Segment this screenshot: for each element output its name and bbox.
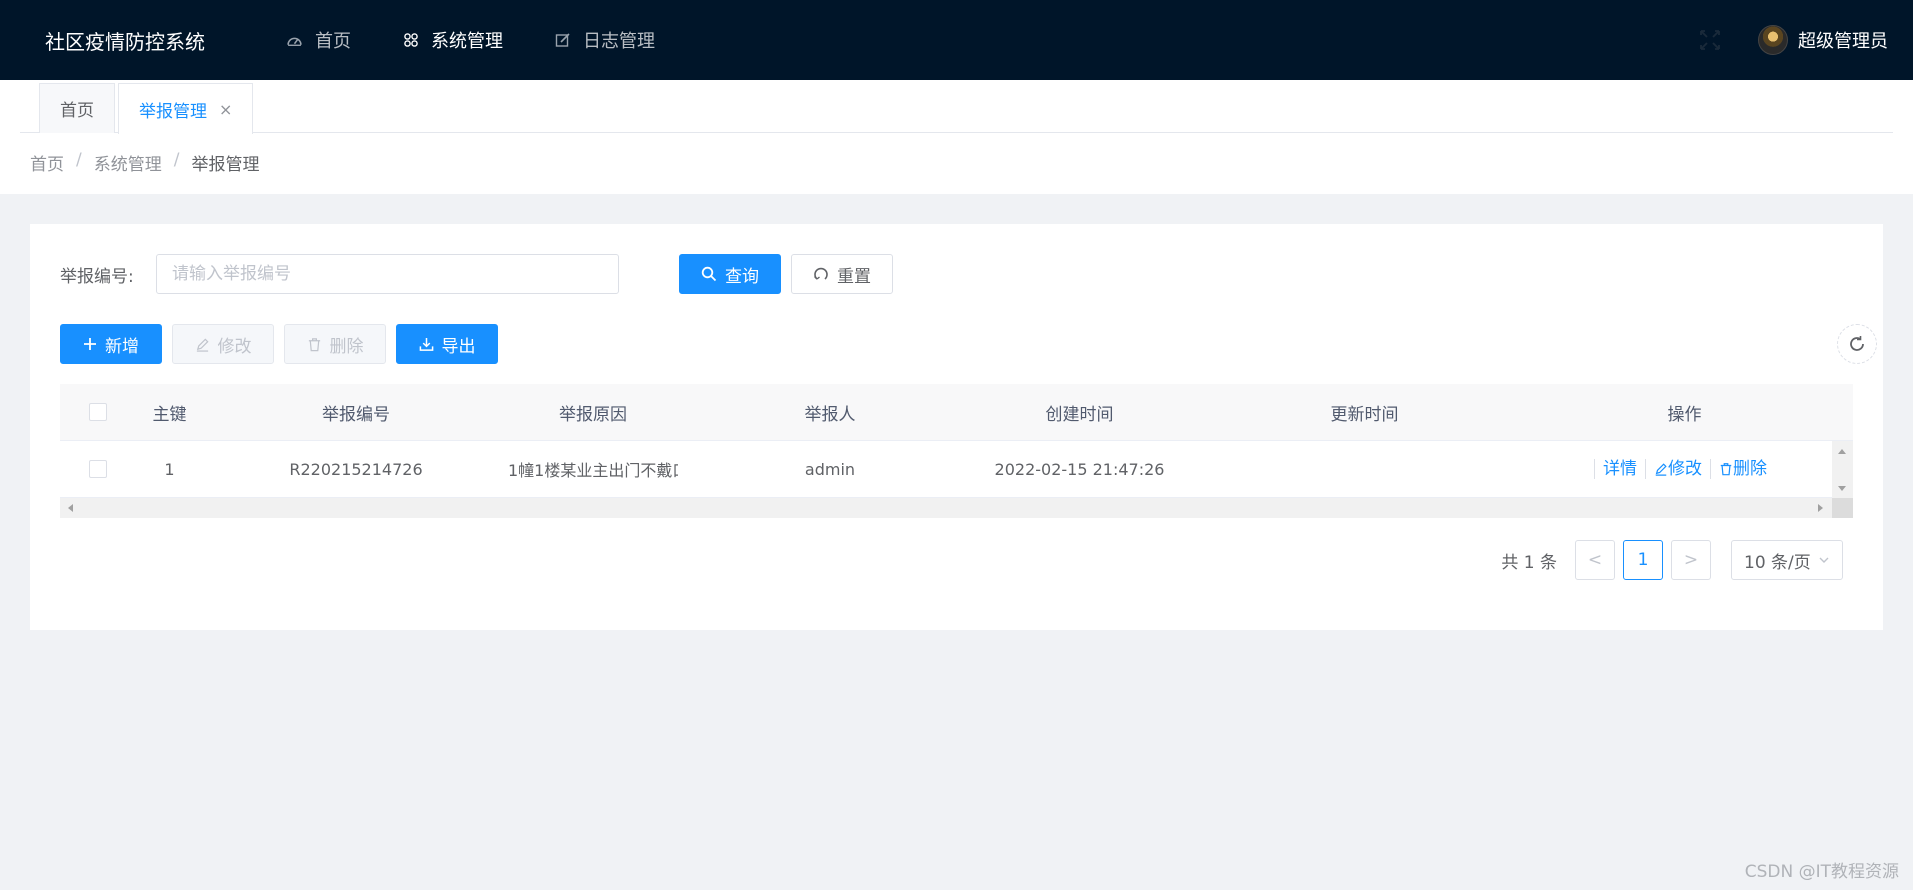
row-delete-link[interactable]: 删除 [1710,459,1775,479]
watermark: CSDN @IT教程资源 [1744,862,1899,882]
reset-button-label: 重置 [837,266,871,287]
column-header[interactable]: 主键 [135,400,204,425]
page-size-select[interactable]: 10 条/页 [1731,540,1843,580]
column-header[interactable]: 创建时间 [982,400,1177,425]
edit-log-icon [555,33,570,47]
report-table: 主键 举报编号 举报原因 举报人 创建时间 更新时间 操作 1 R2202152… [60,384,1853,518]
main-card: 举报编号: 查询 重置 新增 修改 删除 导出 [30,224,1883,630]
breadcrumb-item-system[interactable]: 系统管理 [94,150,162,175]
cell-operations: 详情 修改 删除 [1552,459,1817,479]
page-size-value: 10 条/页 [1744,552,1811,573]
breadcrumb-separator: / [76,150,82,170]
tab-label: 举报管理 [139,101,207,122]
vertical-scrollbar[interactable] [1832,441,1853,499]
column-header[interactable]: 举报人 [678,400,982,425]
horizontal-scrollbar[interactable] [60,498,1853,518]
nav-item-log[interactable]: 日志管理 [529,0,681,80]
topbar-right: 超级管理员 [1698,0,1888,80]
page-number[interactable]: 1 [1623,540,1663,580]
fullscreen-icon[interactable] [1698,28,1722,52]
trash-icon [1720,463,1732,476]
add-button[interactable]: 新增 [60,324,162,364]
row-checkbox[interactable] [88,460,107,478]
tag-views: 首页 举报管理 × [20,83,1893,134]
trash-icon [308,337,320,351]
row-edit-label: 修改 [1668,459,1702,479]
plus-icon [84,338,96,350]
scroll-up-icon[interactable] [1838,449,1846,454]
add-button-label: 新增 [105,336,139,357]
scrollbar-corner [1832,498,1853,518]
prev-page-button[interactable]: < [1575,540,1615,580]
cell-created-time: 2022-02-15 21:47:26 [994,459,1165,479]
reset-button[interactable]: 重置 [791,254,893,294]
column-header[interactable]: 举报编号 [204,400,508,425]
column-header[interactable]: 更新时间 [1177,400,1552,425]
nav-item-label: 系统管理 [431,31,503,52]
scroll-down-icon[interactable] [1838,486,1846,491]
edit-icon [196,337,209,352]
delete-button[interactable]: 删除 [284,324,386,364]
search-form: 举报编号: 查询 重置 [60,254,893,294]
tab-home[interactable]: 首页 [39,83,115,133]
nav-item-label: 首页 [315,31,351,52]
avatar[interactable] [1758,25,1788,55]
username[interactable]: 超级管理员 [1798,27,1888,53]
export-button-label: 导出 [441,336,476,357]
cell-id: 1 [164,459,175,479]
pagination: 共 1 条 < 1 > 10 条/页 [1501,540,1843,580]
app-title: 社区疫情防控系统 [45,29,205,54]
select-all-checkbox[interactable] [88,403,107,421]
breadcrumb: 首页 / 系统管理 / 举报管理 [30,150,259,175]
nav-item-home[interactable]: 首页 [260,0,377,80]
pagination-total: 共 1 条 [1501,552,1557,573]
table-row[interactable]: 1 R220215214726 1幢1楼某业主出门不戴口罩 admin 2022… [60,441,1853,498]
search-button[interactable]: 查询 [679,254,781,294]
nav-item-label: 日志管理 [583,31,655,52]
row-select-cell [60,460,135,478]
dashboard-icon [287,37,302,46]
scroll-right-icon[interactable] [1818,504,1823,512]
tab-label: 首页 [60,101,94,121]
export-button[interactable]: 导出 [396,324,498,364]
report-code-input[interactable] [156,254,619,294]
edit-button-label: 修改 [217,336,252,357]
breadcrumb-item-current: 举报管理 [191,155,260,175]
row-edit-link[interactable]: 修改 [1645,459,1710,479]
breadcrumb-separator: / [173,150,180,170]
breadcrumb-item-home[interactable]: 首页 [30,150,64,175]
next-page-button[interactable]: > [1671,540,1711,580]
row-delete-label: 删除 [1733,459,1767,479]
nav-item-system[interactable]: 系统管理 [377,0,529,80]
column-header: 操作 [1667,404,1702,425]
download-icon [419,337,433,351]
refresh-icon [1850,336,1864,351]
tabs-bar: 首页 举报管理 × 首页 / 系统管理 / 举报管理 [0,80,1913,194]
toolbar: 新增 修改 删除 导出 [60,324,508,364]
detail-link-label: 详情 [1603,459,1637,479]
refresh-icon [814,267,828,280]
search-label: 举报编号: [60,266,134,287]
cell-report-code: R220215214726 [289,459,423,479]
select-all-cell [60,403,135,421]
edit-button[interactable]: 修改 [172,324,274,364]
detail-link[interactable]: 详情 [1594,459,1645,479]
edit-icon [1655,463,1667,476]
system-icon [404,33,418,47]
table-header: 主键 举报编号 举报原因 举报人 创建时间 更新时间 操作 [60,384,1853,441]
column-header[interactable]: 举报原因 [508,400,678,425]
cell-reason: 1幢1楼某业主出门不戴口罩 [508,461,678,480]
search-icon [701,266,717,282]
cell-reporter: admin [804,459,856,479]
close-icon[interactable]: × [219,100,232,119]
refresh-table-button[interactable] [1837,324,1877,364]
delete-button-label: 删除 [329,336,364,357]
top-navbar: 社区疫情防控系统 首页 系统管理 日志管理 超级管理员 [0,0,1913,80]
search-button-label: 查询 [725,266,759,287]
scroll-left-icon[interactable] [68,504,73,512]
tab-report-management[interactable]: 举报管理 × [118,83,254,134]
main-nav: 首页 系统管理 日志管理 [260,0,681,80]
chevron-down-icon [1819,557,1829,563]
